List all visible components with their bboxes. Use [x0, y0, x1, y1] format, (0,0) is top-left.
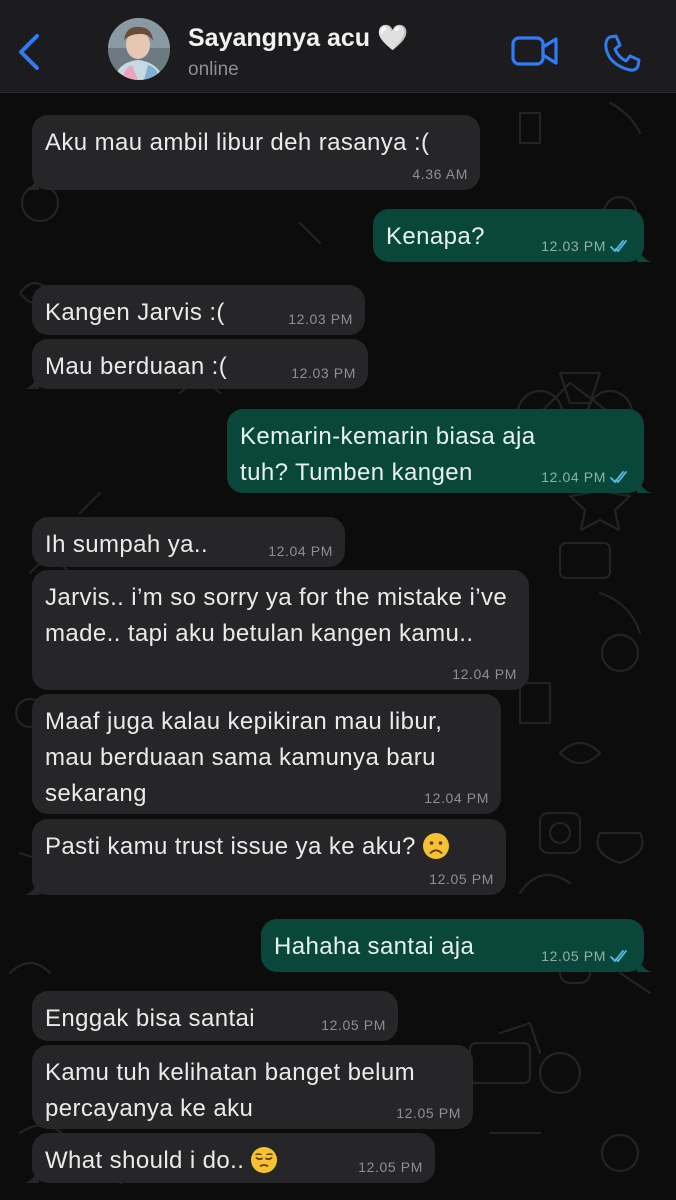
double-check-icon	[610, 471, 627, 483]
double-check-icon	[610, 240, 627, 252]
outgoing-message[interactable]: Kenapa? 12.03 PM	[373, 209, 651, 262]
incoming-message[interactable]: Enggak bisa santai 12.05 PM	[32, 991, 398, 1041]
incoming-message[interactable]: Mau berduaan :( 12.03 PM	[25, 339, 368, 389]
incoming-message[interactable]: Maaf juga kalau kepikiran mau libur, mau…	[32, 694, 501, 814]
chevron-left-icon	[19, 34, 39, 70]
voice-call-button[interactable]	[601, 32, 643, 74]
message-text: Jarvis.. i’m so sorry ya for the mistake…	[45, 584, 508, 647]
message-text: Maaf juga kalau kepikiran mau libur, mau…	[45, 708, 443, 807]
message-time: 12.04 PM	[541, 469, 632, 485]
outgoing-message[interactable]: Hahaha santai aja 12.05 PM	[261, 919, 651, 972]
message-text: Kemarin-kemarin biasa aja tuh? Tumben ka…	[240, 423, 536, 486]
message-time: 12.05 PM	[541, 948, 632, 964]
back-button[interactable]	[10, 30, 50, 74]
message-time: 12.04 PM	[424, 790, 489, 806]
incoming-message[interactable]: What should i do.. 12.05 PM	[25, 1133, 435, 1183]
incoming-message[interactable]: Aku mau ambil libur deh rasanya :( 4.36 …	[25, 115, 480, 190]
message-time: 12.05 PM	[429, 871, 494, 887]
message-time: 12.05 PM	[358, 1159, 423, 1175]
message-time: 12.04 PM	[452, 666, 517, 682]
chat-screen: Sayangnya acu 🤍 online Aku mau ambil lib…	[0, 0, 676, 1200]
message-text: Pasti kamu trust issue ya ke aku?	[45, 829, 492, 865]
message-time: 12.03 PM	[541, 238, 632, 254]
double-check-icon	[610, 950, 627, 962]
video-call-button[interactable]	[510, 33, 560, 69]
contact-status: online	[188, 59, 239, 80]
phone-icon	[604, 34, 641, 72]
message-time: 12.05 PM	[396, 1105, 461, 1121]
message-time: 4.36 AM	[412, 166, 468, 182]
message-time: 12.03 PM	[288, 311, 353, 327]
message-list[interactable]: Aku mau ambil libur deh rasanya :( 4.36 …	[0, 93, 676, 1200]
outgoing-message[interactable]: Kemarin-kemarin biasa aja tuh? Tumben ka…	[227, 409, 651, 493]
message-time: 12.05 PM	[321, 1017, 386, 1033]
incoming-message[interactable]: Jarvis.. i’m so sorry ya for the mistake…	[32, 570, 529, 690]
incoming-message[interactable]: Kangen Jarvis :( 12.03 PM	[32, 285, 365, 335]
video-camera-icon	[511, 36, 558, 66]
incoming-message[interactable]: Pasti kamu trust issue ya ke aku? 12.05 …	[25, 819, 506, 895]
incoming-message[interactable]: Ih sumpah ya.. 12.04 PM	[32, 517, 345, 567]
pensive-face-icon	[251, 1147, 278, 1173]
contact-name[interactable]: Sayangnya acu 🤍	[188, 24, 408, 53]
chat-header: Sayangnya acu 🤍 online	[0, 0, 676, 93]
avatar[interactable]	[108, 18, 170, 80]
message-time: 12.03 PM	[291, 365, 356, 381]
frowning-face-icon	[422, 833, 449, 859]
message-time: 12.04 PM	[268, 543, 333, 559]
incoming-message[interactable]: Kamu tuh kelihatan banget belum percayan…	[32, 1045, 473, 1129]
message-text: Aku mau ambil libur deh rasanya :(	[45, 129, 430, 156]
